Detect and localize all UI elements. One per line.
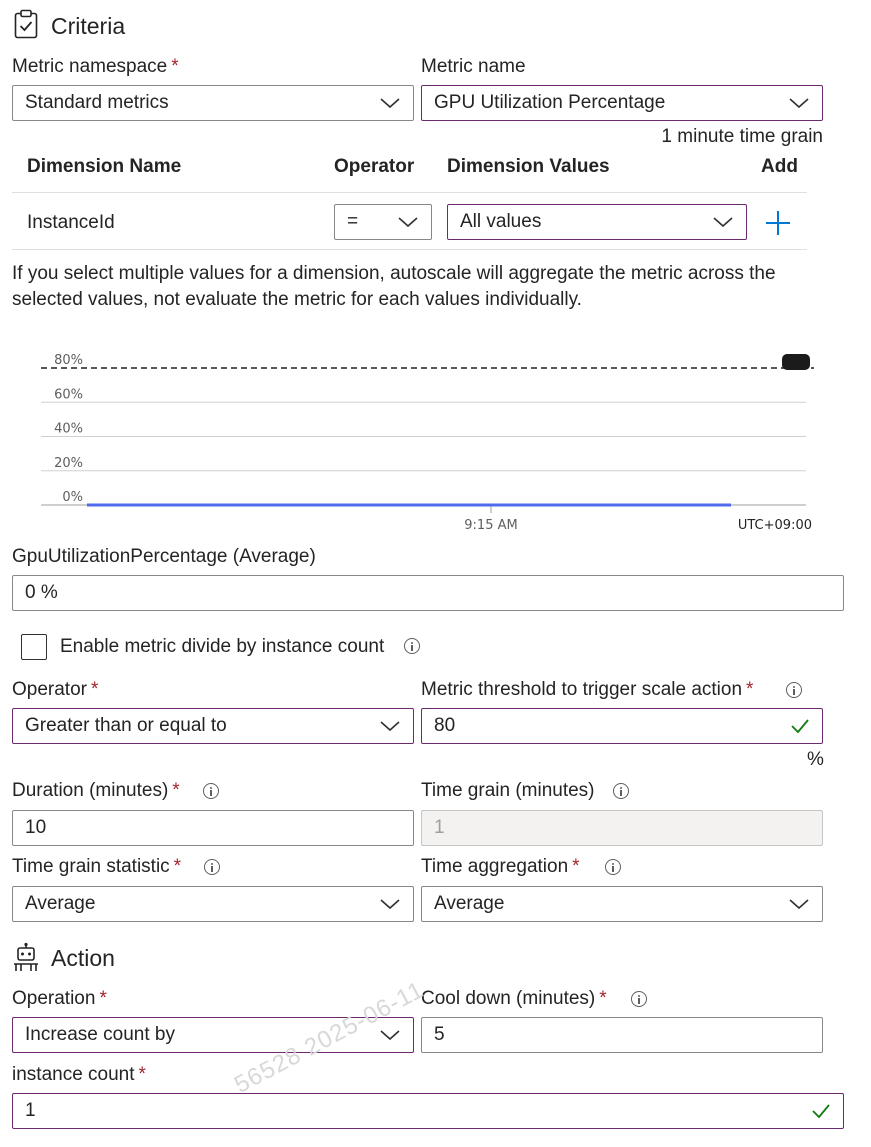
criteria-title: Criteria	[51, 13, 126, 39]
time-grain-statistic-label: Time grain statistic *	[12, 856, 182, 877]
info-icon[interactable]	[204, 859, 220, 875]
info-icon[interactable]	[786, 682, 802, 698]
info-icon[interactable]	[203, 783, 219, 799]
chevron-down-icon	[789, 899, 809, 910]
x-tick-label: 9:15 AM	[464, 518, 517, 533]
operator-value: Greater than or equal to	[25, 715, 227, 736]
cool-down-label: Cool down (minutes) *	[421, 988, 607, 1009]
threshold-label: Metric threshold to trigger scale action…	[421, 679, 754, 700]
dimension-values-header: Dimension Values	[447, 156, 610, 177]
chevron-down-icon	[380, 899, 400, 910]
divide-by-instance-checkbox[interactable]	[21, 634, 47, 660]
dimension-values-dropdown[interactable]: All values	[447, 204, 747, 240]
threshold-input[interactable]: 80	[421, 708, 823, 744]
plus-icon	[766, 211, 790, 235]
metric-chart: 80% 60% 40% 20% 0% 9:15 AM UTC+09:00	[41, 353, 814, 533]
y-tick-label: 20%	[54, 456, 83, 471]
time-aggregation-label: Time aggregation *	[421, 856, 580, 877]
operation-label: Operation *	[12, 988, 107, 1009]
y-tick-label: 0%	[62, 490, 83, 505]
info-icon[interactable]	[404, 638, 420, 654]
metric-readout-value: 0 %	[25, 582, 58, 603]
time-grain-note: 1 minute time grain	[661, 126, 823, 147]
metric-name-value: GPU Utilization Percentage	[434, 92, 666, 113]
chart-scroll-handle[interactable]	[782, 354, 810, 370]
y-tick-label: 80%	[54, 353, 83, 368]
threshold-value: 80	[434, 715, 456, 736]
metric-namespace-value: Standard metrics	[25, 92, 169, 113]
info-icon[interactable]	[631, 991, 647, 1007]
time-grain-statistic-dropdown[interactable]: Average	[12, 886, 414, 922]
timezone-label: UTC+09:00	[738, 518, 812, 533]
time-grain-input: 1	[421, 810, 823, 846]
checkmark-icon	[812, 1104, 830, 1119]
metric-name-dropdown[interactable]: GPU Utilization Percentage	[421, 85, 823, 121]
time-grain-statistic-value: Average	[25, 893, 96, 914]
dimension-name-cell: InstanceId	[27, 212, 115, 233]
chevron-down-icon	[789, 98, 809, 109]
chevron-down-icon	[380, 98, 400, 109]
metric-readout-field: 0 %	[12, 575, 844, 611]
time-aggregation-value: Average	[434, 893, 505, 914]
y-tick-label: 40%	[54, 422, 83, 437]
chevron-down-icon	[380, 721, 400, 732]
add-dimension-button[interactable]	[764, 209, 792, 237]
duration-value: 10	[25, 817, 47, 838]
criteria-icon	[14, 9, 38, 39]
time-grain-label: Time grain (minutes)	[421, 780, 595, 801]
time-grain-value: 1	[434, 817, 445, 838]
duration-input[interactable]: 10	[12, 810, 414, 846]
chevron-down-icon	[398, 217, 418, 228]
chevron-down-icon	[713, 217, 733, 228]
robot-icon	[12, 942, 40, 972]
time-aggregation-dropdown[interactable]: Average	[421, 886, 823, 922]
cool-down-input[interactable]: 5	[421, 1017, 823, 1053]
dimension-values-value: All values	[460, 211, 542, 232]
instance-count-label: instance count *	[12, 1064, 146, 1085]
info-icon[interactable]	[613, 783, 629, 799]
instance-count-value: 1	[25, 1100, 36, 1121]
operator-header: Operator	[334, 156, 415, 177]
y-tick-label: 60%	[54, 387, 83, 402]
metric-namespace-dropdown[interactable]: Standard metrics	[12, 85, 414, 121]
add-header: Add	[761, 156, 798, 177]
threshold-unit: %	[807, 749, 824, 770]
checkmark-icon	[791, 719, 809, 734]
metric-name-label: Metric name	[421, 56, 526, 77]
metric-readout-label: GpuUtilizationPercentage (Average)	[12, 546, 316, 567]
info-icon[interactable]	[605, 859, 621, 875]
dimension-operator-value: =	[347, 211, 359, 232]
metric-namespace-label: Metric namespace *	[12, 56, 179, 77]
dimension-operator-dropdown[interactable]: =	[334, 204, 432, 240]
operator-dropdown[interactable]: Greater than or equal to	[12, 708, 414, 744]
table-divider	[12, 192, 807, 193]
divide-by-instance-label: Enable metric divide by instance count	[60, 636, 385, 657]
chevron-down-icon	[380, 1030, 400, 1041]
action-title: Action	[51, 945, 115, 971]
dimension-name-header: Dimension Name	[27, 156, 182, 177]
aggregation-note: If you select multiple values for a dime…	[12, 263, 776, 310]
duration-label: Duration (minutes) *	[12, 780, 180, 801]
cool-down-value: 5	[434, 1024, 445, 1045]
table-divider	[12, 249, 807, 250]
operator-label: Operator *	[12, 679, 99, 700]
instance-count-input[interactable]: 1	[12, 1093, 844, 1129]
operation-value: Increase count by	[25, 1024, 175, 1045]
